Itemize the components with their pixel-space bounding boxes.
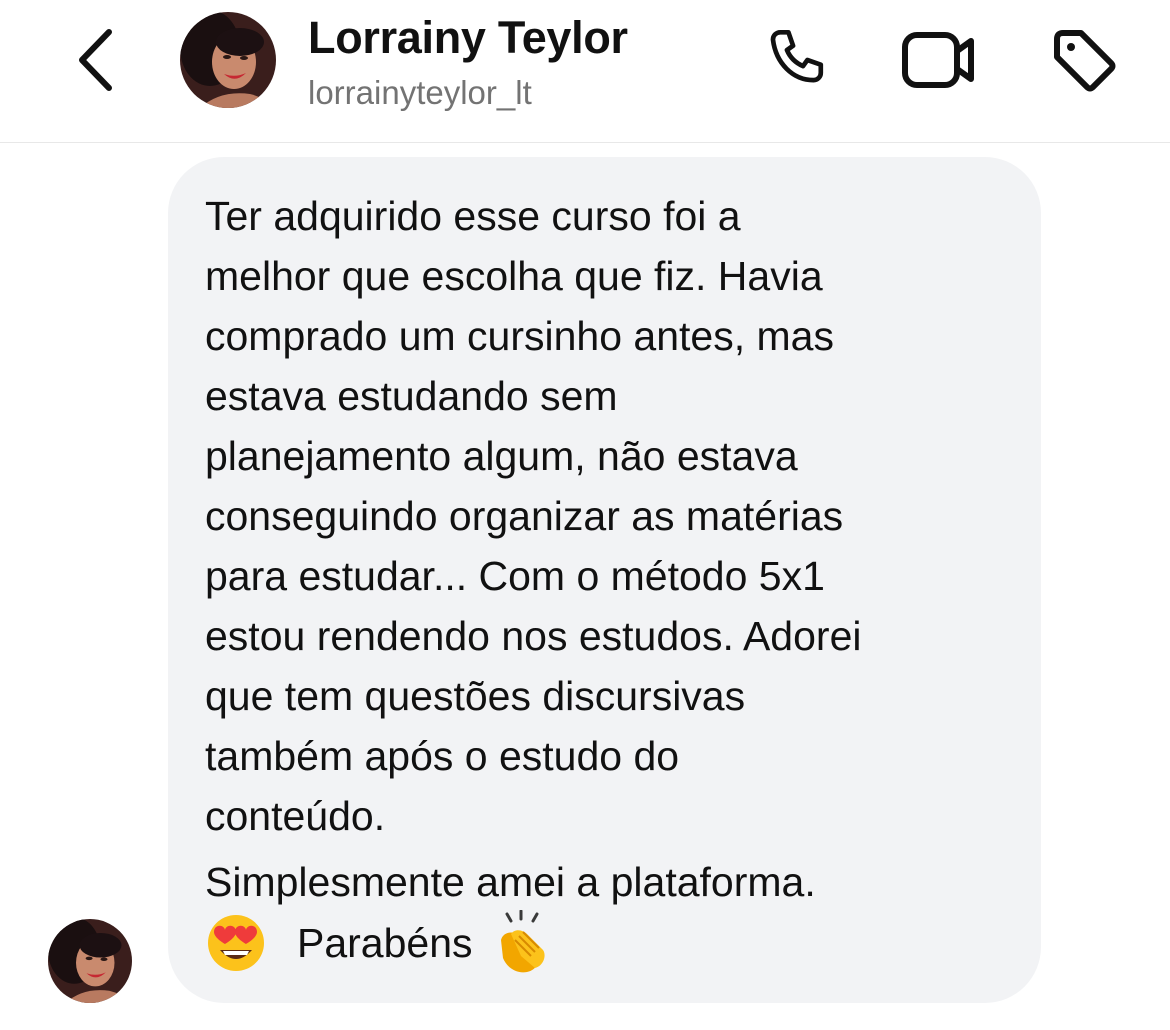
message-closing-text: Simplesmente amei a plataforma. (205, 859, 816, 905)
voice-call-button[interactable] (756, 22, 836, 98)
video-camera-icon (902, 32, 974, 88)
heart-eyes-emoji (208, 915, 264, 971)
tag-icon (1054, 30, 1116, 92)
contact-name[interactable]: Lorrainy Teylor (308, 12, 628, 64)
phone-icon (770, 29, 824, 83)
chat-header: Lorrainy Teylor lorrainyteylor_lt (0, 0, 1170, 143)
clapping-hands-emoji (500, 910, 545, 973)
back-button[interactable] (62, 22, 132, 98)
chevron-left-icon (79, 29, 112, 91)
sender-avatar[interactable] (48, 919, 132, 1003)
tag-button[interactable] (1044, 22, 1124, 98)
message-final-line: Parabéns (205, 910, 557, 974)
video-call-button[interactable] (898, 22, 978, 98)
contact-handle[interactable]: lorrainyteylor_lt (308, 74, 532, 112)
message-text: Ter adquirido esse curso foi a melhor qu… (205, 193, 862, 839)
contact-avatar[interactable] (180, 12, 276, 108)
final-text: Parabéns (297, 919, 473, 966)
